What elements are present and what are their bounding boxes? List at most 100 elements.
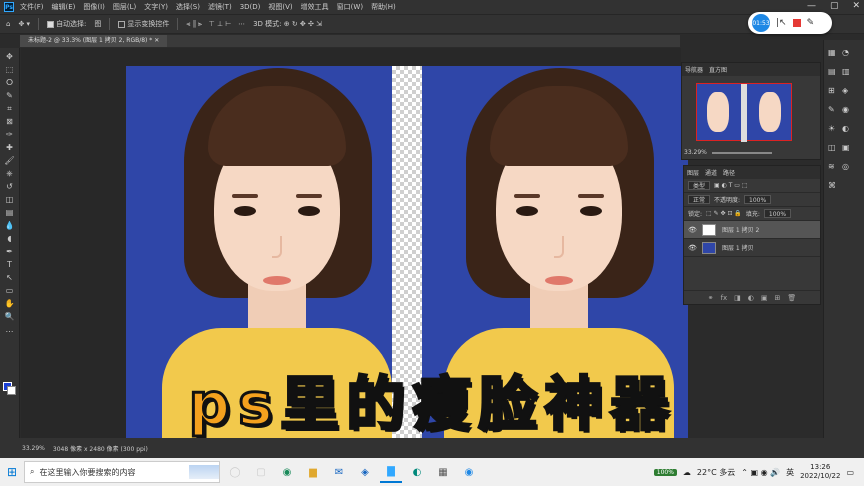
menu-filter[interactable]: 滤镜(T) — [208, 2, 232, 12]
panel-icon[interactable]: ⊞ — [828, 86, 838, 96]
move-icon[interactable]: ✥ — [4, 50, 16, 63]
fx-icon[interactable]: fx — [721, 294, 728, 302]
lasso-icon[interactable]: ⵔ — [4, 76, 16, 89]
type-icon[interactable]: T — [4, 258, 16, 271]
windows-start-icon[interactable]: ⊞ — [0, 458, 24, 486]
stop-record-icon[interactable] — [792, 19, 801, 27]
blur-icon[interactable]: 💧 — [4, 219, 16, 232]
panel-icon[interactable]: ▤ — [828, 67, 838, 77]
filter-icons[interactable]: ▣ ◐ T ▭ ⬚ — [714, 182, 748, 189]
lock-icons[interactable]: ⬚ ✎ ✥ ⊡ 🔒 — [706, 210, 742, 217]
menu-3d[interactable]: 3D(D) — [240, 3, 261, 11]
auto-select-checkbox[interactable]: 自动选择: — [47, 19, 86, 29]
tab-paths[interactable]: 路径 — [723, 168, 735, 177]
taskbar-search-box[interactable]: ⌕ 在这里输入你要搜索的内容 — [24, 461, 220, 483]
menu-type[interactable]: 文字(Y) — [144, 2, 168, 12]
show-transform-checkbox[interactable]: 显示变换控件 — [118, 19, 169, 29]
adjust-icon[interactable]: ◐ — [748, 294, 754, 302]
layer-row[interactable]: 👁 图层 1 拷贝 — [684, 239, 820, 257]
panel-icon[interactable]: ▣ — [842, 143, 852, 153]
weather-icon[interactable]: ☁ — [683, 468, 691, 477]
photoshop-taskbar-icon[interactable]: ▇ — [380, 461, 402, 483]
panel-icon[interactable]: ☀ — [828, 124, 838, 134]
panel-icon[interactable]: ◈ — [842, 86, 852, 96]
widgets-icon[interactable]: ▢ — [250, 461, 272, 483]
align-icons[interactable]: ⫷ ⫼ ⫸ ⊤ ⊥ ⊢ ⋯ — [186, 20, 245, 29]
more-icon[interactable]: … — [4, 323, 16, 336]
tray-icons[interactable]: ⌃ ▣ ◉ 🔊 — [741, 468, 780, 477]
history-brush-icon[interactable]: ↺ — [4, 180, 16, 193]
menu-file[interactable]: 文件(F) — [20, 2, 44, 12]
menu-help[interactable]: 帮助(H) — [371, 2, 396, 12]
crop-icon[interactable]: ⌗ — [4, 102, 16, 115]
channels-dock-icon[interactable]: ◎ — [842, 162, 852, 172]
screen-recorder-widget[interactable]: 01:53 |↖ ✎ — [748, 12, 832, 34]
navigator-zoom-slider[interactable] — [712, 152, 772, 154]
tab-histogram[interactable]: 直方图 — [709, 65, 727, 74]
layers-dock-icon[interactable]: ≋ — [828, 162, 838, 172]
close-button[interactable]: ✕ — [852, 1, 860, 11]
menu-edit[interactable]: 编辑(E) — [52, 2, 76, 12]
folder-icon[interactable]: ▣ — [761, 294, 768, 302]
menu-window[interactable]: 窗口(W) — [337, 2, 363, 12]
layer-filter-dropdown[interactable]: 类型 — [688, 181, 711, 190]
navigator-thumbnail[interactable] — [696, 83, 792, 142]
recorder-taskbar-icon[interactable]: ◉ — [458, 461, 480, 483]
edge-icon[interactable]: ◉ — [276, 461, 298, 483]
gradient-icon[interactable]: ▤ — [4, 206, 16, 219]
store-icon[interactable]: ◈ — [354, 461, 376, 483]
notification-icon[interactable]: ▭ — [846, 468, 854, 477]
hand-icon[interactable]: ✋ — [4, 297, 16, 310]
dodge-icon[interactable]: ◖ — [4, 232, 16, 245]
panel-icon[interactable]: ✎ — [828, 105, 838, 115]
mail-icon[interactable]: ✉ — [328, 461, 350, 483]
link-icon[interactable]: ⚭ — [708, 294, 714, 302]
panel-icon[interactable]: ▥ — [842, 67, 852, 77]
background-color-swatch[interactable] — [7, 386, 16, 395]
home-icon[interactable]: ⌂ — [6, 20, 10, 28]
panel-icon[interactable]: ◉ — [842, 105, 852, 115]
menu-select[interactable]: 选择(S) — [176, 2, 200, 12]
marquee-icon[interactable]: ⬚ — [4, 63, 16, 76]
document-tab[interactable]: 未标题-2 @ 33.3% (图层 1 拷贝 2, RGB/8) * ✕ — [20, 35, 168, 47]
visibility-eye-icon[interactable]: 👁 — [688, 244, 697, 252]
tab-layers[interactable]: 图层 — [687, 168, 699, 177]
tab-channels[interactable]: 通道 — [705, 168, 717, 177]
minimize-button[interactable]: — — [807, 1, 816, 11]
task-view-icon[interactable]: ◯ — [224, 461, 246, 483]
status-zoom[interactable]: 33.29% — [22, 445, 45, 452]
trash-icon[interactable]: 🗑 — [787, 294, 796, 302]
eraser-icon[interactable]: ◫ — [4, 193, 16, 206]
shape-icon[interactable]: ▭ — [4, 284, 16, 297]
zoom-icon[interactable]: 🔍 — [4, 310, 16, 323]
eyedropper-icon[interactable]: ✑ — [4, 128, 16, 141]
menu-image[interactable]: 图像(I) — [83, 2, 105, 12]
battery-indicator[interactable]: 100% — [653, 468, 677, 476]
panel-icon[interactable]: ◔ — [842, 48, 852, 58]
path-select-icon[interactable]: ↖ — [4, 271, 16, 284]
maximize-button[interactable]: ▢ — [830, 1, 839, 11]
navigator-zoom[interactable]: 33.29% — [684, 149, 707, 156]
brush-icon[interactable]: 🖌 — [4, 154, 16, 167]
stamp-icon[interactable]: ⎈ — [4, 167, 16, 180]
fill-input[interactable]: 100% — [763, 209, 792, 218]
auto-select-dropdown[interactable]: 图 — [94, 19, 101, 29]
blend-mode-dropdown[interactable]: 正常 — [688, 195, 711, 204]
panel-icon[interactable]: ◫ — [828, 143, 838, 153]
pen-icon[interactable]: ✒ — [4, 245, 16, 258]
app-icon[interactable]: ◐ — [406, 461, 428, 483]
app-icon[interactable]: ▦ — [432, 461, 454, 483]
opacity-input[interactable]: 100% — [744, 195, 772, 204]
visibility-eye-icon[interactable]: 👁 — [688, 226, 697, 234]
tab-navigator[interactable]: 导航器 — [685, 65, 703, 74]
menu-layer[interactable]: 图层(L) — [113, 2, 136, 12]
frame-icon[interactable]: ⊠ — [4, 115, 16, 128]
cursor-icon[interactable]: |↖ — [776, 18, 787, 28]
menu-view[interactable]: 视图(V) — [268, 2, 292, 12]
heal-icon[interactable]: ✚ — [4, 141, 16, 154]
ime-indicator[interactable]: 英 — [786, 467, 794, 478]
taskbar-clock[interactable]: 13:26 2022/10/22 — [800, 463, 840, 481]
menu-plugins[interactable]: 增效工具 — [301, 2, 329, 12]
new-layer-icon[interactable]: ⊞ — [775, 294, 781, 302]
mask-icon[interactable]: ◨ — [734, 294, 741, 302]
